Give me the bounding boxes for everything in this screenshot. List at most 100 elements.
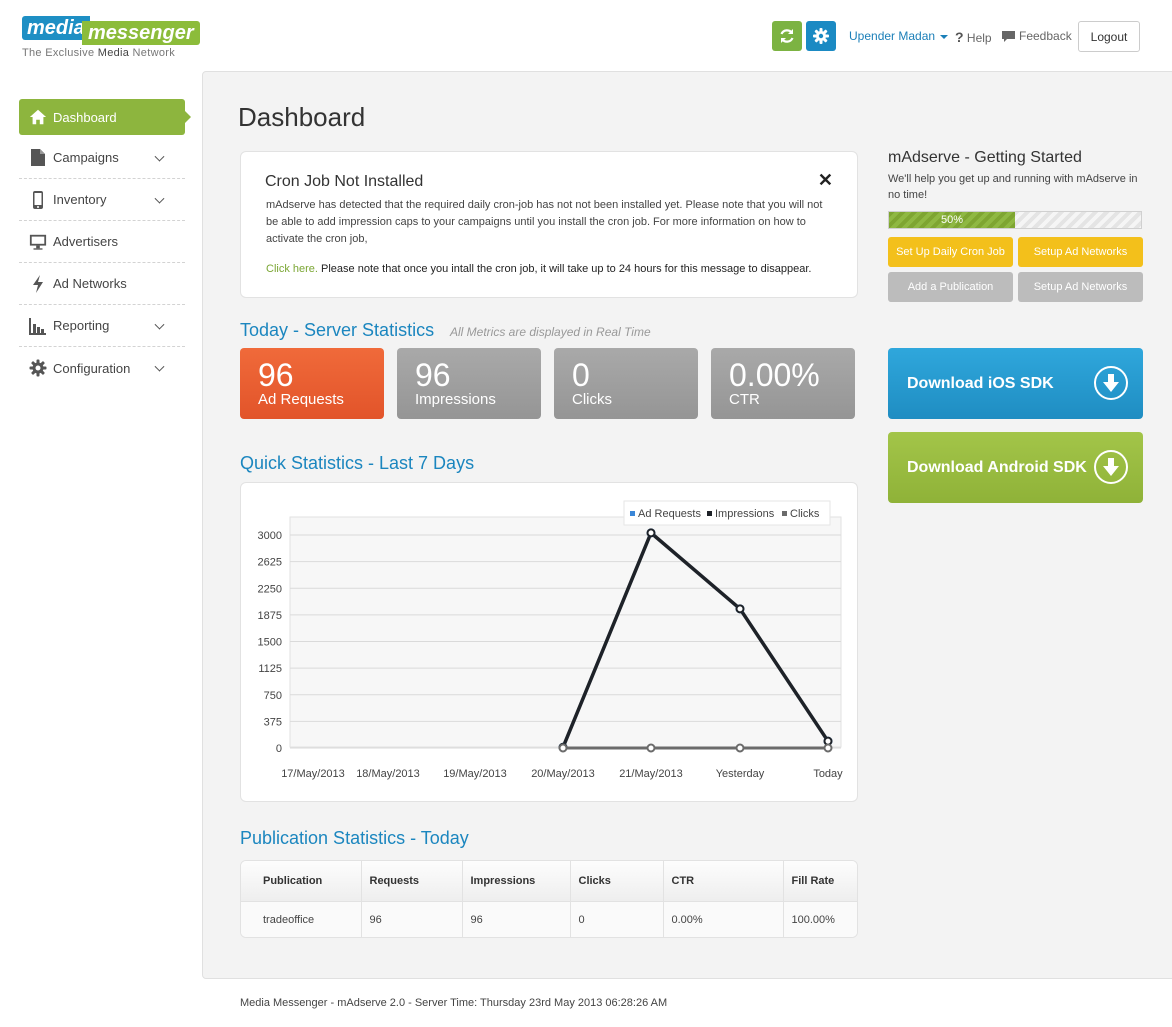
sidebar-item-inventory[interactable]: Inventory	[19, 179, 185, 221]
progress-label: 50%	[940, 214, 964, 226]
legend-swatch	[707, 511, 712, 516]
add-publication-button[interactable]: Add a Publication	[888, 272, 1013, 302]
column-header-fill-rate[interactable]: Fill Rate	[783, 861, 857, 902]
table-cell: 100.00%	[783, 901, 857, 937]
table-cell: 0	[570, 901, 664, 937]
sidebar-item-label: Configuration	[53, 360, 131, 376]
feedback-label: Feedback	[1019, 29, 1072, 43]
monitor-icon	[29, 233, 47, 251]
sidebar-item-campaigns[interactable]: Campaigns	[19, 137, 185, 179]
page-title: Dashboard	[238, 102, 366, 132]
stat-value: 0.00%	[729, 357, 820, 393]
sidebar-item-label: Inventory	[53, 192, 107, 207]
chevron-down-icon	[154, 361, 165, 372]
legend-label[interactable]: Impressions	[715, 508, 775, 520]
sidebar-item-configuration[interactable]: Configuration	[19, 347, 185, 389]
x-tick-label: 21/May/2013	[619, 768, 683, 780]
stat-tile-impressions: 96 Impressions	[397, 348, 541, 419]
refresh-button[interactable]	[772, 21, 802, 51]
speech-bubble-icon	[1002, 30, 1015, 42]
y-tick-label: 1125	[258, 663, 282, 675]
sidebar-item-reporting[interactable]: Reporting	[19, 305, 185, 347]
sidebar-item-advertisers[interactable]: Advertisers	[19, 221, 185, 263]
y-tick-label: 3000	[258, 530, 282, 542]
bolt-icon	[29, 274, 47, 293]
stat-label: CTR	[729, 391, 760, 408]
chevron-down-icon	[154, 151, 165, 162]
question-icon: ?	[955, 29, 964, 45]
help-link[interactable]: ? Help	[955, 29, 992, 45]
column-header-clicks[interactable]: Clicks	[570, 861, 664, 902]
data-point[interactable]	[646, 528, 656, 538]
download-android-sdk-button[interactable]: Download Android SDK	[888, 432, 1143, 503]
legend-label[interactable]: Ad Requests	[638, 508, 701, 520]
table-row: tradeoffice 96 96 0 0.00% 100.00%	[241, 901, 857, 937]
data-point[interactable]	[823, 743, 833, 753]
feedback-link[interactable]: Feedback	[1001, 29, 1072, 43]
close-icon[interactable]: ✕	[818, 171, 833, 189]
chevron-down-icon	[154, 193, 165, 204]
x-tick-label: Yesterday	[716, 768, 765, 780]
setup-cron-job-button[interactable]: Set Up Daily Cron Job	[888, 237, 1013, 267]
getting-started-title: mAdserve - Getting Started	[888, 149, 1082, 166]
stat-value: 0	[572, 357, 590, 393]
y-tick-label: 1875	[258, 610, 282, 622]
sidebar-item-label: Dashboard	[53, 109, 117, 125]
server-stats-subtitle: All Metrics are displayed in Real Time	[450, 325, 651, 339]
y-tick-label: 2625	[258, 557, 282, 569]
quick-stats-chart-panel: 0 375 750 1125 1500 1875 2250 2625 3000 17/May/2…	[240, 482, 858, 802]
data-point[interactable]	[558, 743, 568, 753]
x-tick-label: 20/May/2013	[531, 768, 595, 780]
stat-label: Ad Requests	[258, 391, 344, 408]
phone-icon	[29, 190, 47, 209]
column-header-publication[interactable]: Publication	[241, 861, 362, 902]
y-tick-label: 375	[264, 716, 282, 728]
data-point[interactable]	[646, 743, 656, 753]
home-icon	[29, 108, 47, 126]
x-tick-label: Today	[813, 768, 843, 780]
sidebar-item-label: Ad Networks	[53, 276, 127, 291]
stat-tile-ad-requests: 96 Ad Requests	[240, 348, 384, 419]
brand-logo[interactable]: media messenger The Exclusive Media Netw…	[22, 16, 200, 62]
data-point[interactable]	[735, 604, 745, 614]
setup-ad-networks-button[interactable]: Setup Ad Networks	[1018, 237, 1143, 267]
cron-alert-title: Cron Job Not Installed	[265, 173, 424, 190]
sidebar-item-dashboard[interactable]: Dashboard	[19, 99, 191, 135]
column-header-ctr[interactable]: CTR	[663, 861, 784, 902]
sidebar-item-label: Campaigns	[53, 150, 119, 165]
user-menu[interactable]: Upender Madan	[849, 29, 949, 43]
stat-label: Impressions	[415, 391, 496, 408]
setup-ad-networks-disabled-button[interactable]: Setup Ad Networks	[1018, 272, 1143, 302]
sidebar-item-label: Advertisers	[53, 234, 119, 249]
sidebar-item-ad-networks[interactable]: Ad Networks	[19, 263, 185, 305]
table-cell: 0.00%	[663, 901, 784, 937]
download-arrow-icon	[1094, 366, 1128, 400]
download-ios-sdk-button[interactable]: Download iOS SDK	[888, 348, 1143, 419]
getting-started-text: We'll help you get up and running with m…	[888, 173, 1138, 201]
document-icon	[29, 149, 47, 167]
column-header-requests[interactable]: Requests	[361, 861, 463, 902]
data-point[interactable]	[735, 743, 745, 753]
download-android-sdk-label: Download Android SDK	[907, 458, 1087, 476]
column-header-impressions[interactable]: Impressions	[462, 861, 571, 902]
user-name: Upender Madan	[849, 29, 936, 43]
settings-button[interactable]	[806, 21, 836, 51]
cron-note-text: Please note that once you intall the cro…	[317, 263, 812, 275]
y-tick-label: 0	[276, 743, 282, 755]
legend-label[interactable]: Clicks	[790, 508, 820, 520]
getting-started-progress: 50%	[888, 211, 1142, 229]
table-cell: tradeoffice	[241, 901, 362, 937]
x-tick-label: 19/May/2013	[443, 768, 507, 780]
gear-icon	[813, 28, 829, 44]
help-label: Help	[966, 31, 992, 45]
stat-value: 96	[258, 357, 294, 393]
y-tick-label: 2250	[258, 583, 282, 595]
legend-swatch	[782, 511, 787, 516]
stat-tile-ctr: 0.00% CTR	[711, 348, 855, 419]
cron-help-link[interactable]: Click here.	[266, 263, 318, 275]
logout-button[interactable]: Logout	[1078, 21, 1140, 52]
quick-stats-chart: 0 375 750 1125 1500 1875 2250 2625 3000 17/May/2…	[258, 500, 843, 780]
quick-stats-title: Quick Statistics - Last 7 Days	[240, 453, 475, 473]
gear-icon	[29, 359, 47, 377]
sidebar: Dashboard Campaigns Inventory Advertiser…	[19, 99, 191, 389]
